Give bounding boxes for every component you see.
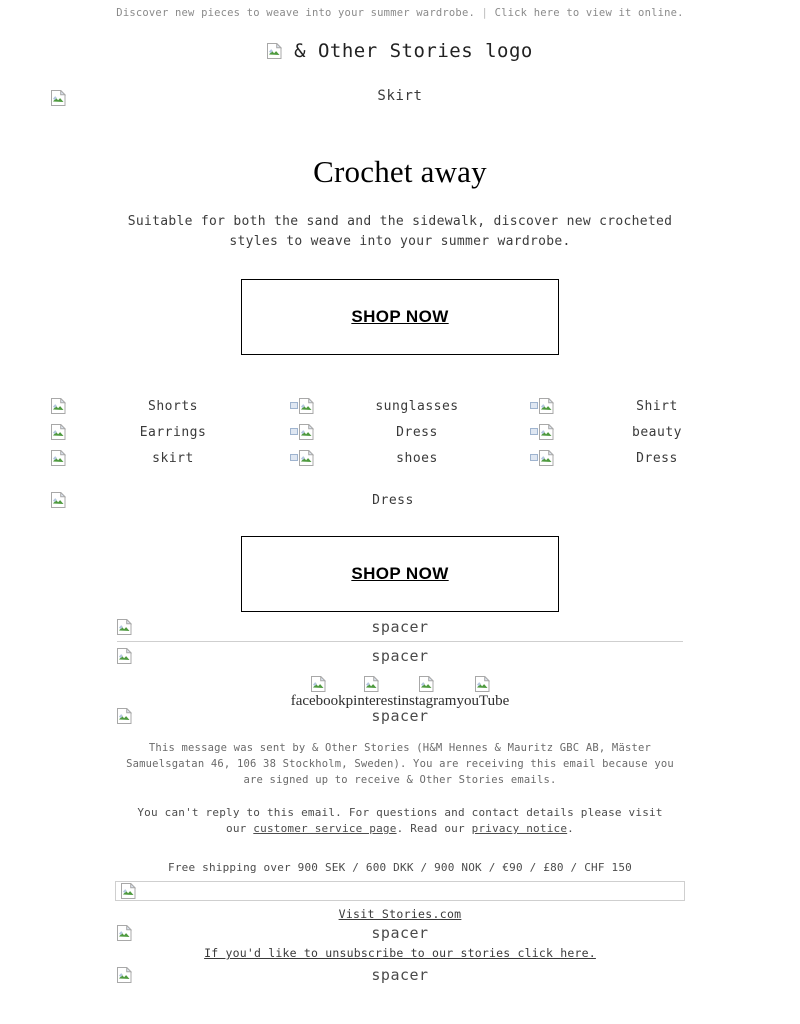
broken-image-icon bbox=[267, 42, 283, 59]
broken-image-icon bbox=[51, 492, 66, 508]
customer-service-link[interactable]: customer service page bbox=[253, 822, 396, 835]
hero-image-alt-text: Skirt bbox=[377, 88, 423, 104]
product-cell[interactable]: skirt bbox=[40, 450, 280, 466]
legal-text: This message was sent by & Other Stories… bbox=[126, 742, 674, 786]
product-cell[interactable]: Dress bbox=[280, 424, 520, 440]
product-cell[interactable]: beauty bbox=[520, 424, 760, 440]
product-grid: Shorts sunglasses Shirt Earrings Dress b… bbox=[40, 393, 760, 513]
broken-image-icon bbox=[117, 708, 132, 724]
product-alt-text: skirt bbox=[152, 450, 194, 466]
product-alt-text: Shorts bbox=[148, 398, 198, 414]
visit-site-row: Visit Stories.com bbox=[0, 907, 800, 921]
broken-image-icon bbox=[364, 676, 379, 692]
broken-image-icon bbox=[419, 676, 435, 692]
broken-image-icon bbox=[121, 883, 136, 899]
product-alt-text: Earrings bbox=[139, 424, 207, 440]
product-grid-row: skirt shoes Dress bbox=[40, 445, 760, 471]
spacer-row: spacer bbox=[117, 645, 683, 667]
hero-image-row[interactable]: Skirt bbox=[0, 88, 800, 110]
broken-image-linked-icon bbox=[530, 450, 554, 466]
privacy-notice-link[interactable]: privacy notice bbox=[472, 822, 568, 835]
preheader-separator: | bbox=[481, 7, 489, 19]
view-online-link[interactable]: Click here to view it online. bbox=[495, 7, 684, 19]
spacer-row: spacer bbox=[117, 922, 683, 944]
broken-image-linked-icon bbox=[290, 398, 314, 414]
contact-text-part2: . Read our bbox=[396, 822, 472, 835]
preheader-text: Discover new pieces to weave into your s… bbox=[116, 7, 475, 19]
spacer-alt-text: spacer bbox=[371, 618, 429, 636]
product-grid-row-last: Dress bbox=[40, 487, 760, 513]
product-grid-row: Earrings Dress beauty bbox=[40, 419, 760, 445]
product-cell[interactable]: Dress bbox=[280, 493, 520, 508]
footer-divider bbox=[117, 641, 683, 642]
product-cell[interactable]: Shorts bbox=[40, 398, 280, 414]
unsubscribe-row: If you'd like to unsubscribe to our stor… bbox=[0, 946, 800, 960]
product-cell[interactable]: sunglasses bbox=[280, 398, 520, 414]
broken-image-linked-icon bbox=[530, 424, 554, 440]
product-alt-text: sunglasses bbox=[375, 398, 459, 414]
logo-alt-text: & Other Stories logo bbox=[294, 40, 533, 62]
product-alt-text: Dress bbox=[372, 492, 414, 508]
logo-row[interactable]: & Other Stories logo bbox=[0, 40, 800, 62]
product-cell[interactable]: Dress bbox=[520, 450, 760, 466]
broken-image-icon bbox=[117, 967, 132, 983]
broken-image-icon bbox=[51, 90, 66, 106]
product-cell[interactable]: Earrings bbox=[40, 424, 280, 440]
shop-now-button-bottom[interactable]: SHOP NOW bbox=[241, 536, 559, 612]
unsubscribe-link[interactable]: If you'd like to unsubscribe to our stor… bbox=[204, 946, 596, 960]
broken-image-icon bbox=[475, 676, 491, 692]
shop-now-button-top[interactable]: SHOP NOW bbox=[241, 279, 559, 355]
preheader-bar: Discover new pieces to weave into your s… bbox=[0, 0, 800, 19]
spacer-row: spacer bbox=[117, 705, 683, 727]
shipping-info: Free shipping over 900 SEK / 600 DKK / 9… bbox=[168, 861, 632, 874]
broken-image-icon bbox=[117, 925, 132, 941]
broken-image-icon bbox=[310, 676, 326, 692]
product-cell[interactable] bbox=[40, 492, 280, 508]
spacer-row: spacer bbox=[117, 616, 683, 638]
spacer-alt-text: spacer bbox=[371, 924, 429, 942]
broken-image-icon bbox=[117, 619, 132, 635]
spacer-alt-text: spacer bbox=[371, 647, 429, 665]
broken-image-linked-icon bbox=[290, 424, 314, 440]
product-cell[interactable]: Shirt bbox=[520, 398, 760, 414]
hero-subcopy: Suitable for both the sand and the sidew… bbox=[127, 214, 673, 249]
page-title: Crochet away bbox=[313, 154, 487, 189]
spacer-row: spacer bbox=[117, 964, 683, 986]
broken-image-icon bbox=[51, 450, 66, 466]
broken-image-icon bbox=[117, 648, 132, 664]
product-alt-text: Dress bbox=[636, 450, 678, 466]
broken-image-icon bbox=[51, 424, 66, 440]
product-grid-row: Shorts sunglasses Shirt bbox=[40, 393, 760, 419]
visit-stories-link[interactable]: Visit Stories.com bbox=[339, 907, 462, 921]
secondary-cta-wrapper: SHOP NOW bbox=[0, 513, 800, 612]
broken-image-linked-icon bbox=[290, 450, 314, 466]
broken-image-icon bbox=[51, 398, 66, 414]
banner-box[interactable] bbox=[115, 881, 685, 901]
product-cell[interactable]: shoes bbox=[280, 450, 520, 466]
product-alt-text: shoes bbox=[396, 450, 438, 466]
contact-text: You can't reply to this email. For quest… bbox=[127, 805, 673, 837]
primary-cta-wrapper: SHOP NOW bbox=[0, 252, 800, 355]
contact-text-part3: . bbox=[567, 822, 574, 835]
broken-image-linked-icon bbox=[530, 398, 554, 414]
spacer-alt-text: spacer bbox=[371, 707, 429, 725]
spacer-alt-text: spacer bbox=[371, 966, 429, 984]
product-alt-text: beauty bbox=[632, 424, 682, 440]
product-alt-text: Shirt bbox=[636, 398, 678, 414]
product-alt-text: Dress bbox=[396, 424, 438, 440]
